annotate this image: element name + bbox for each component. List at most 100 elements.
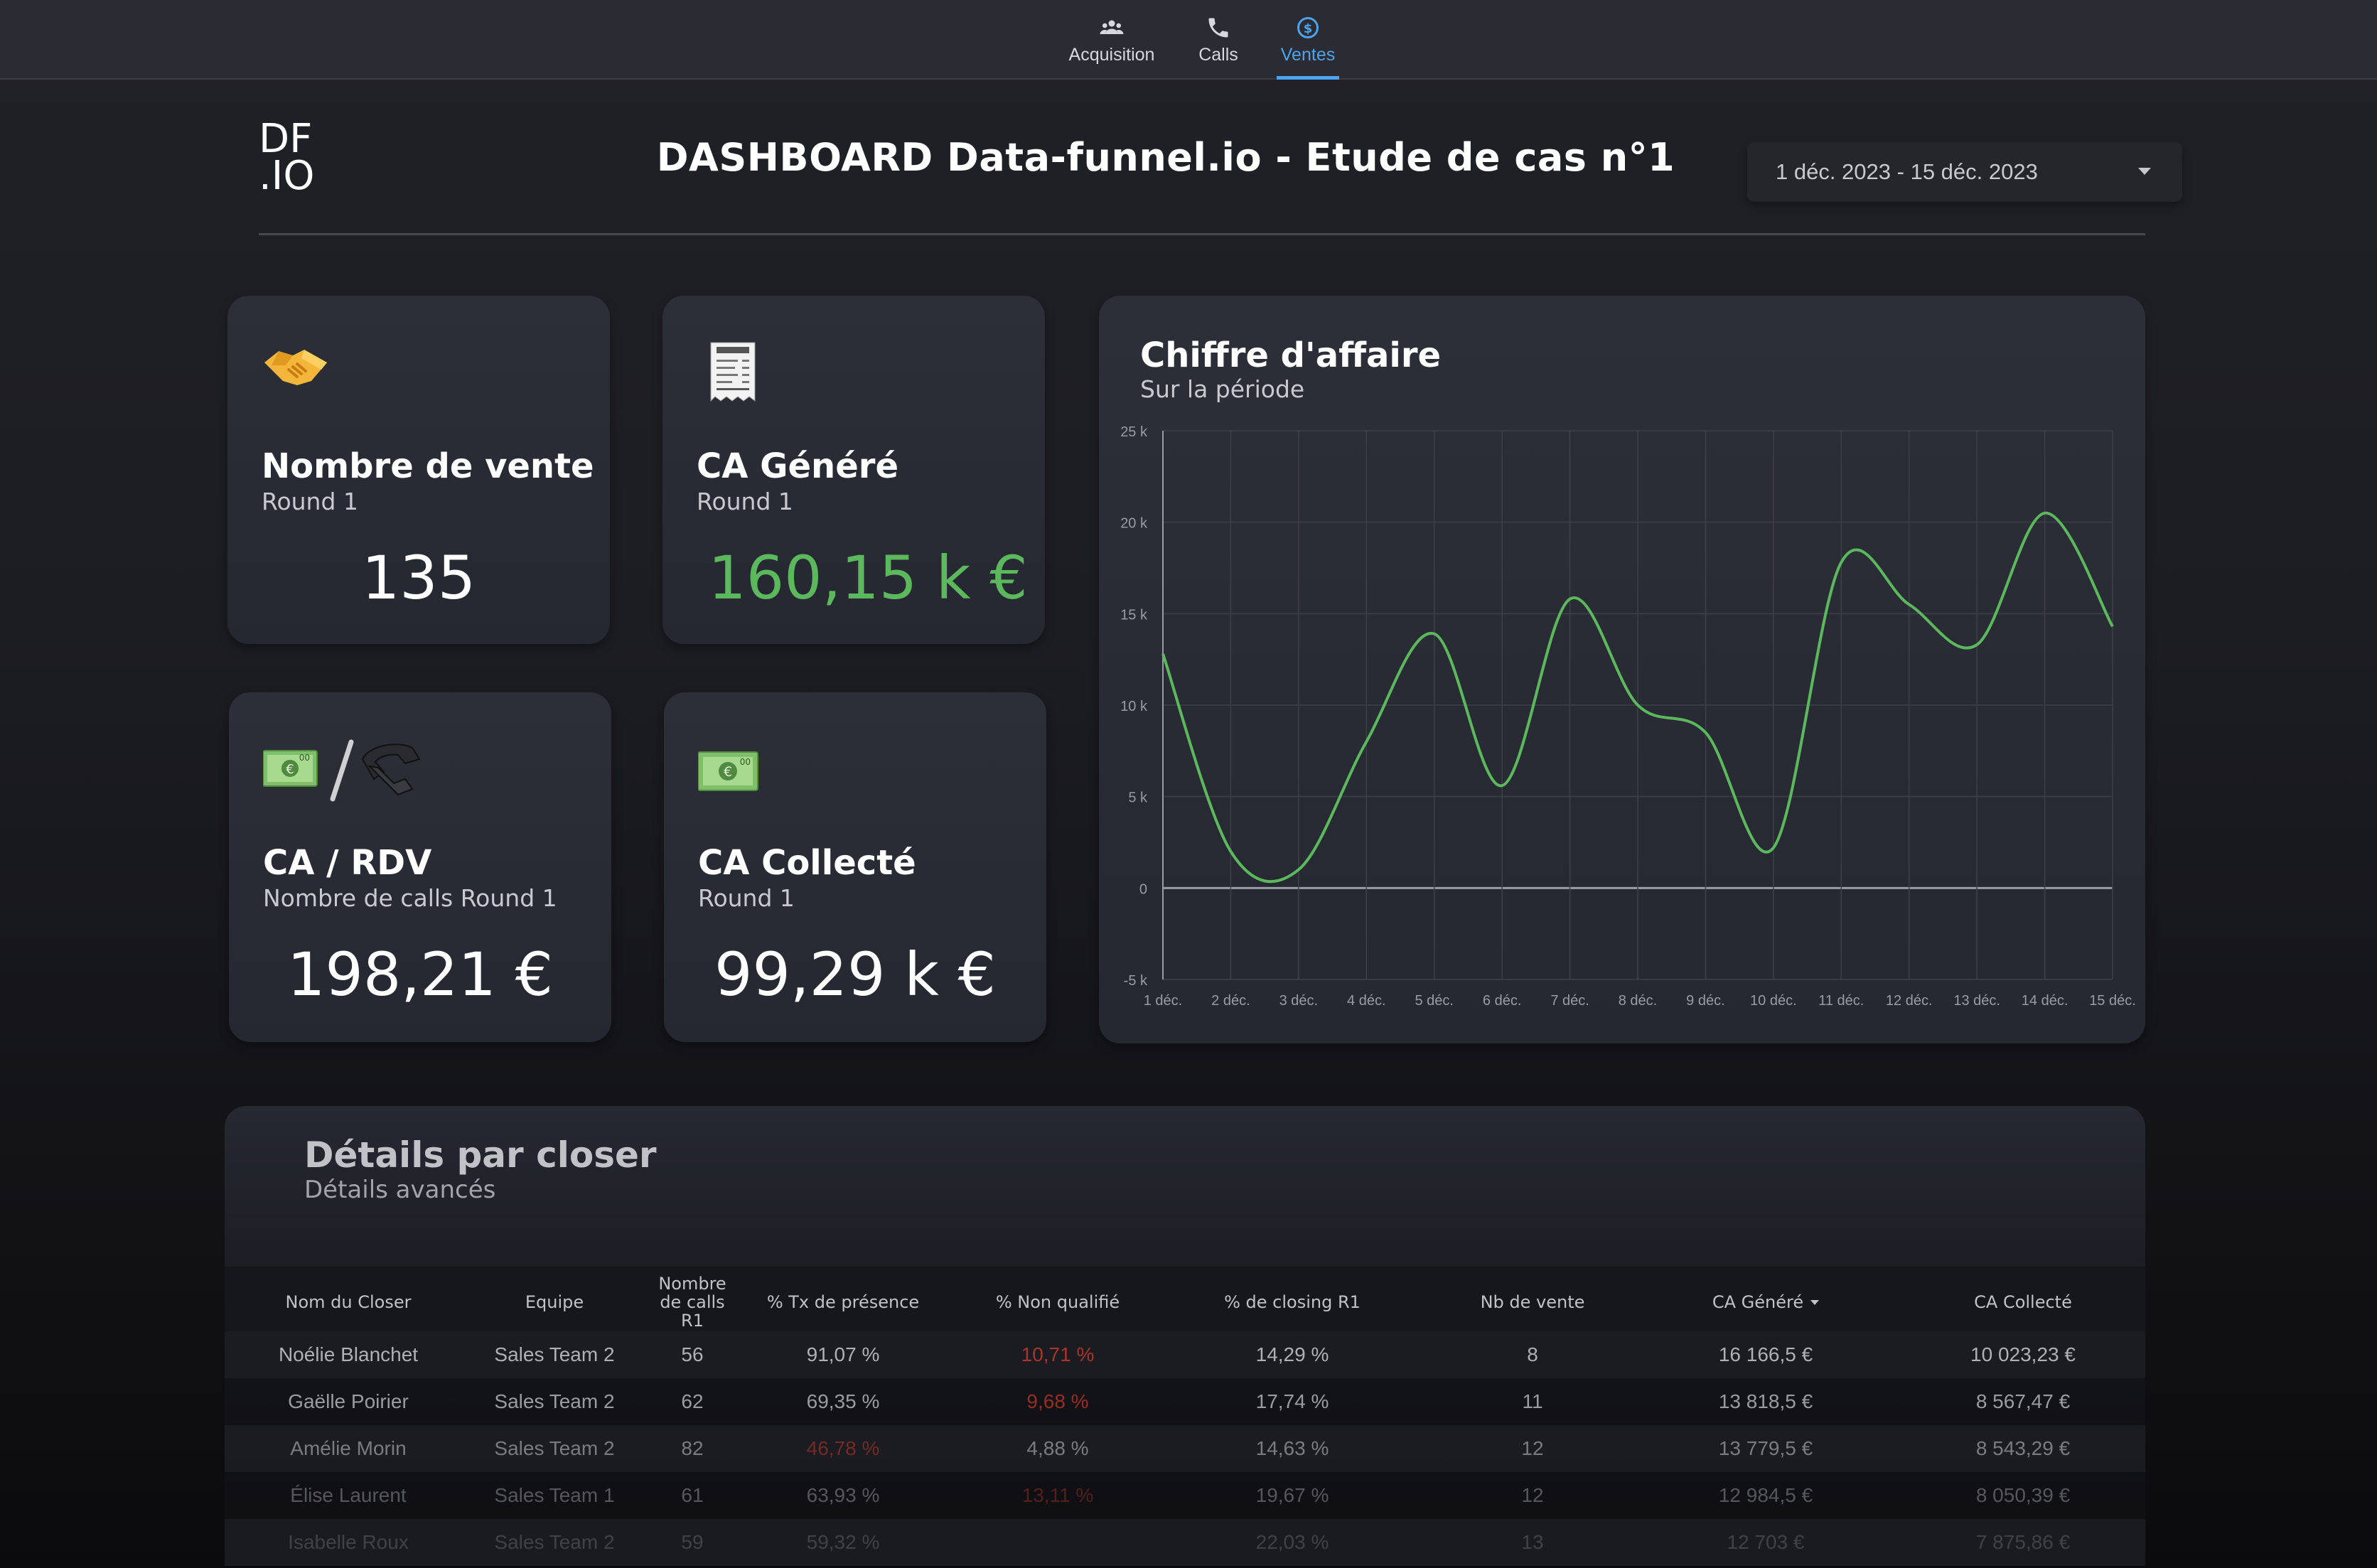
details-section: Détails par closer Détails avancés Nom d…: [225, 1106, 2145, 1568]
column-header[interactable]: % Tx de présence: [751, 1267, 935, 1338]
table-row[interactable]: Isabelle Roux Sales Team 2 59 59,32 % 22,03 …: [225, 1519, 2145, 1566]
table-cell: 12 703 €: [1727, 1531, 1805, 1553]
table-cell: 10 023,23 €: [1970, 1343, 2076, 1365]
table-row[interactable]: Élise Laurent Sales Team 1 61 63,93 % 13,11 …: [225, 1472, 2145, 1519]
card-subtitle: Round 1: [698, 884, 795, 912]
table-row[interactable]: Noélie Blanchet Sales Team 2 56 91,07 % 10,7…: [225, 1331, 2145, 1378]
table-cell: 4,88 %: [1026, 1437, 1089, 1459]
table-cell: 46,78 %: [806, 1437, 880, 1459]
x-tick-label: 12 déc.: [1886, 993, 1933, 1009]
tab-ventes[interactable]: $ Ventes: [1277, 0, 1339, 80]
y-tick-label: -5 k: [1124, 973, 1148, 989]
handshake-icon: [262, 341, 330, 394]
table-cell: 82: [681, 1437, 704, 1459]
table-cell: Isabelle Roux: [288, 1531, 409, 1553]
tab-calls[interactable]: Calls: [1191, 0, 1245, 80]
x-tick-label: 7 déc.: [1550, 993, 1589, 1009]
x-tick-label: 9 déc.: [1686, 993, 1724, 1009]
column-header-label: CA Collecté: [1974, 1292, 2072, 1312]
column-header[interactable]: CA Collecté: [1909, 1267, 2137, 1338]
header-divider: [259, 233, 2145, 235]
svg-text:00: 00: [299, 753, 310, 763]
column-header[interactable]: CA Généré: [1659, 1267, 1872, 1338]
card-value: 160,15 k €: [708, 543, 1028, 613]
y-tick-label: 25 k: [1120, 424, 1148, 440]
svg-text:€: €: [286, 762, 294, 777]
table-cell: 7 875,86 €: [1975, 1531, 2071, 1553]
table-cell: [958, 1519, 1157, 1566]
tab-calls-label: Calls: [1198, 44, 1238, 65]
card-subtitle: Nombre de calls Round 1: [263, 884, 557, 912]
table-row[interactable]: Amélie Morin Sales Team 2 82 46,78 % 4,88 % 1…: [225, 1425, 2145, 1472]
phone-icon: [1208, 18, 1228, 37]
dollar-circle-icon: $: [1297, 16, 1319, 38]
y-tick-label: 10 k: [1120, 699, 1148, 714]
column-header-label: % Tx de présence: [766, 1292, 920, 1312]
column-header-label: Nb de vente: [1480, 1292, 1585, 1312]
table-cell: 63,93 %: [806, 1484, 880, 1506]
x-tick-label: 3 déc.: [1279, 993, 1318, 1009]
column-header[interactable]: Nb de vente: [1454, 1267, 1611, 1338]
chart-card-chiffre-affaire: Chiffre d'affaire Sur la période 25 k 20 …: [1099, 296, 2145, 1043]
table-cell: 13: [1521, 1531, 1544, 1553]
table-cell: 14,29 %: [1255, 1343, 1329, 1365]
y-tick-label: 20 k: [1120, 516, 1148, 532]
table-cell: 22,03 %: [1255, 1531, 1329, 1553]
x-tick-label: 2 déc.: [1211, 993, 1250, 1009]
tab-acquisition[interactable]: Acquisition: [1059, 0, 1164, 80]
column-header-label: % de closing R1: [1224, 1292, 1361, 1312]
table-cell: 91,07 %: [806, 1343, 880, 1365]
column-header[interactable]: Equipe: [469, 1267, 640, 1338]
sort-desc-icon: [1810, 1299, 1820, 1305]
x-tick-label: 6 déc.: [1483, 993, 1521, 1009]
card-value: 99,29 k €: [714, 940, 996, 1009]
tab-acquisition-label: Acquisition: [1068, 44, 1155, 65]
column-header-label: Equipe: [525, 1292, 584, 1312]
table-cell: Sales Team 2: [494, 1437, 615, 1459]
tab-ventes-label: Ventes: [1280, 44, 1336, 65]
people-icon: [1100, 20, 1124, 34]
page-title: DASHBOARD Data-funnel.io - Etude de cas …: [656, 135, 1675, 180]
card-ca-collecte: € 00 CA Collecté Round 1 99,29 k €: [664, 692, 1046, 1042]
card-title: CA / RDV: [263, 843, 432, 883]
table-cell: 13 779,5 €: [1718, 1437, 1813, 1459]
column-header[interactable]: Nombre de calls R1: [639, 1267, 746, 1338]
details-title: Détails par closer: [304, 1134, 657, 1176]
date-range-value: 1 déc. 2023 - 15 déc. 2023: [1776, 159, 2038, 184]
x-tick-label: 10 déc.: [1750, 993, 1797, 1009]
x-tick-label: 5 déc.: [1415, 993, 1453, 1009]
table-cell: 13 818,5 €: [1718, 1390, 1813, 1412]
column-header-label: % Non qualifié: [995, 1292, 1120, 1312]
column-header-label: Nom du Closer: [285, 1292, 412, 1312]
x-tick-label: 11 déc.: [1818, 993, 1864, 1009]
table-cell: 61: [681, 1484, 704, 1506]
money-phone-icon: € 00: [262, 738, 424, 805]
top-navigation: Acquisition Calls $ Ventes: [0, 0, 2377, 80]
svg-text:$: $: [1304, 21, 1313, 36]
table-cell: 12 984,5 €: [1718, 1484, 1813, 1506]
card-value: 135: [361, 543, 476, 613]
column-header[interactable]: % Non qualifié: [958, 1267, 1157, 1338]
column-header[interactable]: Nom du Closer: [242, 1267, 455, 1338]
table-row[interactable]: Gaëlle Poirier Sales Team 2 62 69,35 % 9,68 …: [225, 1378, 2145, 1425]
money-icon: € 00: [697, 748, 759, 795]
logo-bottom: .IO: [259, 153, 315, 199]
table-header: Nom du Closer Equipe Nombre de calls R1 % T…: [225, 1267, 2145, 1338]
x-tick-label: 15 déc.: [2089, 993, 2136, 1009]
card-ca-genere: CA Généré Round 1 160,15 k €: [662, 296, 1045, 644]
table-cell: Sales Team 1: [494, 1484, 615, 1506]
x-tick-label: 13 déc.: [1953, 993, 2000, 1009]
x-tick-label: 4 déc.: [1347, 993, 1385, 1009]
table-cell: 11: [1522, 1390, 1543, 1412]
table-cell: 69,35 %: [806, 1390, 880, 1412]
active-tab-indicator: [1277, 76, 1339, 80]
table-cell: 62: [681, 1390, 704, 1412]
column-header[interactable]: % de closing R1: [1193, 1267, 1392, 1338]
table-cell: 8: [1527, 1343, 1538, 1365]
card-subtitle: Round 1: [697, 488, 793, 515]
table-cell: Amélie Morin: [290, 1437, 407, 1459]
table-cell: 12: [1521, 1484, 1544, 1506]
table-cell: 19,67 %: [1255, 1484, 1329, 1506]
table-cell: 17,74 %: [1255, 1390, 1329, 1412]
date-range-picker[interactable]: 1 déc. 2023 - 15 déc. 2023: [1747, 142, 2182, 202]
